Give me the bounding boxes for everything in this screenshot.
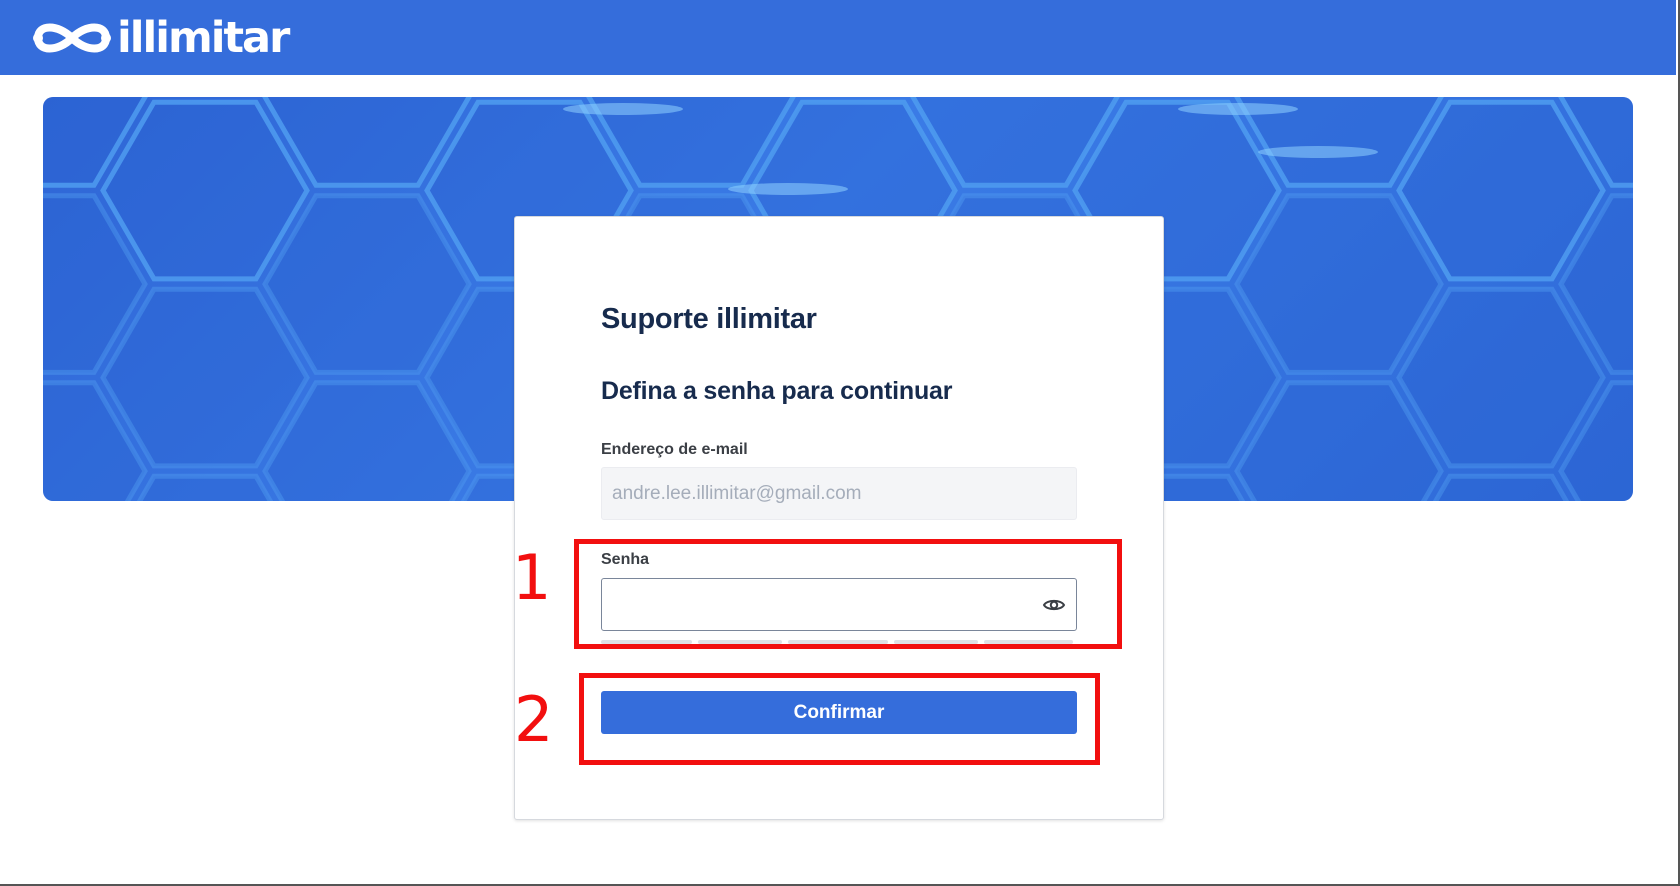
annotation-number-2: 2 xyxy=(514,683,554,756)
hexagon-glow xyxy=(1178,103,1298,115)
illimitar-logo[interactable]: illimitar xyxy=(28,13,290,63)
hexagon-glow xyxy=(1258,146,1378,158)
hexagon-cell xyxy=(1396,99,1606,282)
email-label: Endereço de e-mail xyxy=(601,441,748,458)
top-header: illimitar xyxy=(0,0,1676,75)
logo-text: illimitar xyxy=(117,13,290,63)
hexagon-cell xyxy=(100,286,310,469)
hexagon-cell xyxy=(262,193,472,375)
page-title: Suporte illimitar xyxy=(601,303,817,335)
hexagon-glow xyxy=(563,103,683,115)
hexagon-cell xyxy=(1234,193,1444,375)
form-subtitle: Defina a senha para continuar xyxy=(601,377,953,405)
annotation-box-2 xyxy=(579,673,1100,765)
hexagon-cell xyxy=(1396,286,1606,469)
hexagon-cell xyxy=(100,99,310,282)
hexagon-glow xyxy=(728,183,848,195)
annotation-box-1 xyxy=(574,539,1122,649)
email-field xyxy=(601,467,1077,520)
infinity-icon xyxy=(33,23,111,53)
annotation-number-1: 1 xyxy=(512,541,552,614)
